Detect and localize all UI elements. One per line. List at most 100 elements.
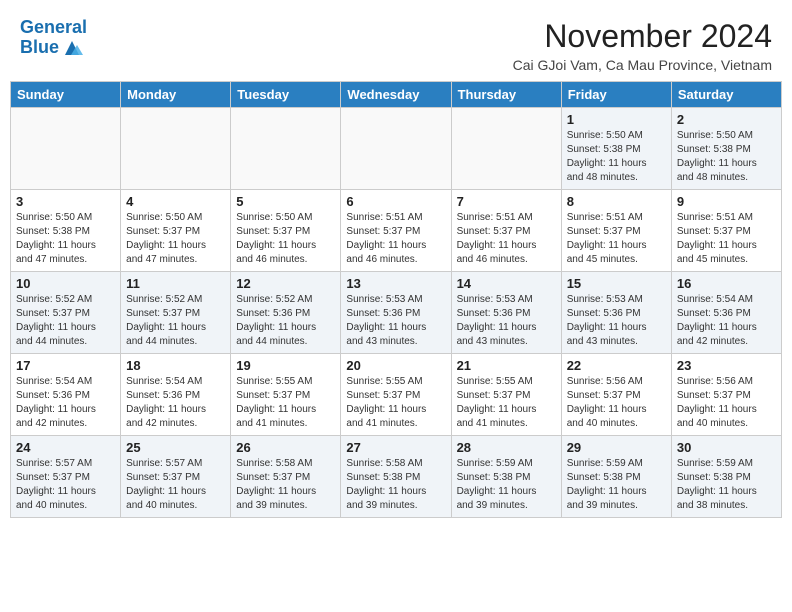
- day-info: Sunrise: 5:55 AM Sunset: 5:37 PM Dayligh…: [346, 375, 445, 431]
- calendar-cell: 29 Sunrise: 5:59 AM Sunset: 5:38 PM Dayli…: [561, 436, 671, 518]
- day-number: 2: [677, 112, 776, 127]
- calendar-cell: 7 Sunrise: 5:51 AM Sunset: 5:37 PM Daylig…: [451, 190, 561, 272]
- col-header-monday: Monday: [121, 82, 231, 108]
- day-info: Sunrise: 5:59 AM Sunset: 5:38 PM Dayligh…: [677, 457, 776, 513]
- calendar-cell: 13 Sunrise: 5:53 AM Sunset: 5:36 PM Dayli…: [341, 272, 451, 354]
- day-info: Sunrise: 5:53 AM Sunset: 5:36 PM Dayligh…: [346, 293, 445, 349]
- day-info: Sunrise: 5:54 AM Sunset: 5:36 PM Dayligh…: [126, 375, 225, 431]
- day-number: 22: [567, 358, 666, 373]
- day-number: 3: [16, 194, 115, 209]
- calendar-cell: [11, 108, 121, 190]
- calendar-cell: 8Sunrise: 5:51 AM Sunset: 5:37 PM Daylig…: [561, 190, 671, 272]
- day-info: Sunrise: 5:52 AM Sunset: 5:37 PM Dayligh…: [16, 293, 115, 349]
- day-number: 15: [567, 276, 666, 291]
- col-header-tuesday: Tuesday: [231, 82, 341, 108]
- calendar-cell: 10 Sunrise: 5:52 AM Sunset: 5:37 PM Dayli…: [11, 272, 121, 354]
- day-info: Sunrise: 5:52 AM Sunset: 5:36 PM Dayligh…: [236, 293, 335, 349]
- logo-general: General: [20, 17, 87, 37]
- day-info: Sunrise: 5:51 AM Sunset: 5:37 PM Dayligh…: [346, 211, 445, 267]
- calendar-cell: 1 Sunrise: 5:50 AM Sunset: 5:38 PM Daylig…: [561, 108, 671, 190]
- day-info: Sunrise: 5:59 AM Sunset: 5:38 PM Dayligh…: [457, 457, 556, 513]
- day-number: 1: [567, 112, 666, 127]
- day-number: 12: [236, 276, 335, 291]
- calendar-cell: 28 Sunrise: 5:59 AM Sunset: 5:38 PM Dayli…: [451, 436, 561, 518]
- day-number: 30: [677, 440, 776, 455]
- calendar-table: SundayMondayTuesdayWednesdayThursdayFrid…: [10, 81, 782, 518]
- day-info: Sunrise: 5:50 AM Sunset: 5:38 PM Dayligh…: [677, 129, 776, 185]
- day-number: 23: [677, 358, 776, 373]
- day-number: 29: [567, 440, 666, 455]
- day-info: Sunrise: 5:55 AM Sunset: 5:37 PM Dayligh…: [457, 375, 556, 431]
- logo: General Blue: [20, 18, 87, 58]
- logo-icon: [61, 39, 83, 57]
- calendar-week-row: 3 Sunrise: 5:50 AM Sunset: 5:38 PM Daylig…: [11, 190, 782, 272]
- day-number: 21: [457, 358, 556, 373]
- calendar-cell: 6Sunrise: 5:51 AM Sunset: 5:37 PM Daylig…: [341, 190, 451, 272]
- calendar-cell: 27 Sunrise: 5:58 AM Sunset: 5:38 PM Dayli…: [341, 436, 451, 518]
- day-info: Sunrise: 5:53 AM Sunset: 5:36 PM Dayligh…: [457, 293, 556, 349]
- calendar-cell: 18 Sunrise: 5:54 AM Sunset: 5:36 PM Dayli…: [121, 354, 231, 436]
- calendar-cell: 20 Sunrise: 5:55 AM Sunset: 5:37 PM Dayli…: [341, 354, 451, 436]
- day-number: 7: [457, 194, 556, 209]
- day-info: Sunrise: 5:52 AM Sunset: 5:37 PM Dayligh…: [126, 293, 225, 349]
- calendar-cell: 4 Sunrise: 5:50 AM Sunset: 5:37 PM Daylig…: [121, 190, 231, 272]
- calendar-week-row: 17 Sunrise: 5:54 AM Sunset: 5:36 PM Dayli…: [11, 354, 782, 436]
- calendar-cell: 5Sunrise: 5:50 AM Sunset: 5:37 PM Daylig…: [231, 190, 341, 272]
- day-number: 28: [457, 440, 556, 455]
- calendar-cell: 24Sunrise: 5:57 AM Sunset: 5:37 PM Dayli…: [11, 436, 121, 518]
- col-header-saturday: Saturday: [671, 82, 781, 108]
- calendar-cell: 23 Sunrise: 5:56 AM Sunset: 5:37 PM Dayli…: [671, 354, 781, 436]
- title-block: November 2024 Cai GJoi Vam, Ca Mau Provi…: [513, 18, 772, 73]
- day-number: 8: [567, 194, 666, 209]
- calendar-week-row: 24 Sunrise: 5:57 AM Sunset: 5:37 PM Dayli…: [11, 436, 782, 518]
- day-number: 18: [126, 358, 225, 373]
- day-info: Sunrise: 5:58 AM Sunset: 5:38 PM Dayligh…: [346, 457, 445, 513]
- day-number: 16: [677, 276, 776, 291]
- day-number: 4: [126, 194, 225, 209]
- day-number: 10: [16, 276, 115, 291]
- day-info: Sunrise: 5:50 AM Sunset: 5:38 PM Dayligh…: [16, 211, 115, 267]
- calendar-cell: 30 Sunrise: 5:59 AM Sunset: 5:38 PM Dayli…: [671, 436, 781, 518]
- calendar-cell: 26Sunrise: 5:58 AM Sunset: 5:37 PM Dayli…: [231, 436, 341, 518]
- calendar-cell: 19Sunrise: 5:55 AM Sunset: 5:37 PM Dayli…: [231, 354, 341, 436]
- day-info: Sunrise: 5:55 AM Sunset: 5:37 PM Dayligh…: [236, 375, 335, 431]
- calendar-cell: 9 Sunrise: 5:51 AM Sunset: 5:37 PM Daylig…: [671, 190, 781, 272]
- calendar-cell: 15 Sunrise: 5:53 AM Sunset: 5:36 PM Dayli…: [561, 272, 671, 354]
- calendar-cell: 2 Sunrise: 5:50 AM Sunset: 5:38 PM Daylig…: [671, 108, 781, 190]
- day-info: Sunrise: 5:51 AM Sunset: 5:37 PM Dayligh…: [457, 211, 556, 267]
- col-header-thursday: Thursday: [451, 82, 561, 108]
- day-number: 20: [346, 358, 445, 373]
- calendar-cell: [231, 108, 341, 190]
- day-number: 13: [346, 276, 445, 291]
- calendar-cell: 16 Sunrise: 5:54 AM Sunset: 5:36 PM Dayli…: [671, 272, 781, 354]
- col-header-wednesday: Wednesday: [341, 82, 451, 108]
- day-info: Sunrise: 5:50 AM Sunset: 5:37 PM Dayligh…: [236, 211, 335, 267]
- day-info: Sunrise: 5:57 AM Sunset: 5:37 PM Dayligh…: [126, 457, 225, 513]
- day-info: Sunrise: 5:51 AM Sunset: 5:37 PM Dayligh…: [677, 211, 776, 267]
- calendar-cell: [341, 108, 451, 190]
- day-info: Sunrise: 5:59 AM Sunset: 5:38 PM Dayligh…: [567, 457, 666, 513]
- day-info: Sunrise: 5:50 AM Sunset: 5:38 PM Dayligh…: [567, 129, 666, 185]
- logo-blue: Blue: [20, 38, 59, 58]
- day-number: 17: [16, 358, 115, 373]
- calendar-cell: 25 Sunrise: 5:57 AM Sunset: 5:37 PM Dayli…: [121, 436, 231, 518]
- calendar-cell: 22 Sunrise: 5:56 AM Sunset: 5:37 PM Dayli…: [561, 354, 671, 436]
- day-info: Sunrise: 5:56 AM Sunset: 5:37 PM Dayligh…: [567, 375, 666, 431]
- calendar-week-row: 1 Sunrise: 5:50 AM Sunset: 5:38 PM Daylig…: [11, 108, 782, 190]
- day-info: Sunrise: 5:53 AM Sunset: 5:36 PM Dayligh…: [567, 293, 666, 349]
- col-header-friday: Friday: [561, 82, 671, 108]
- day-info: Sunrise: 5:54 AM Sunset: 5:36 PM Dayligh…: [677, 293, 776, 349]
- month-title: November 2024: [513, 18, 772, 55]
- calendar-cell: 14 Sunrise: 5:53 AM Sunset: 5:36 PM Dayli…: [451, 272, 561, 354]
- day-info: Sunrise: 5:56 AM Sunset: 5:37 PM Dayligh…: [677, 375, 776, 431]
- calendar-cell: [451, 108, 561, 190]
- day-number: 24: [16, 440, 115, 455]
- day-info: Sunrise: 5:50 AM Sunset: 5:37 PM Dayligh…: [126, 211, 225, 267]
- day-number: 27: [346, 440, 445, 455]
- day-number: 11: [126, 276, 225, 291]
- calendar-cell: 11 Sunrise: 5:52 AM Sunset: 5:37 PM Dayli…: [121, 272, 231, 354]
- day-number: 25: [126, 440, 225, 455]
- calendar-cell: 17Sunrise: 5:54 AM Sunset: 5:36 PM Dayli…: [11, 354, 121, 436]
- day-number: 9: [677, 194, 776, 209]
- day-number: 14: [457, 276, 556, 291]
